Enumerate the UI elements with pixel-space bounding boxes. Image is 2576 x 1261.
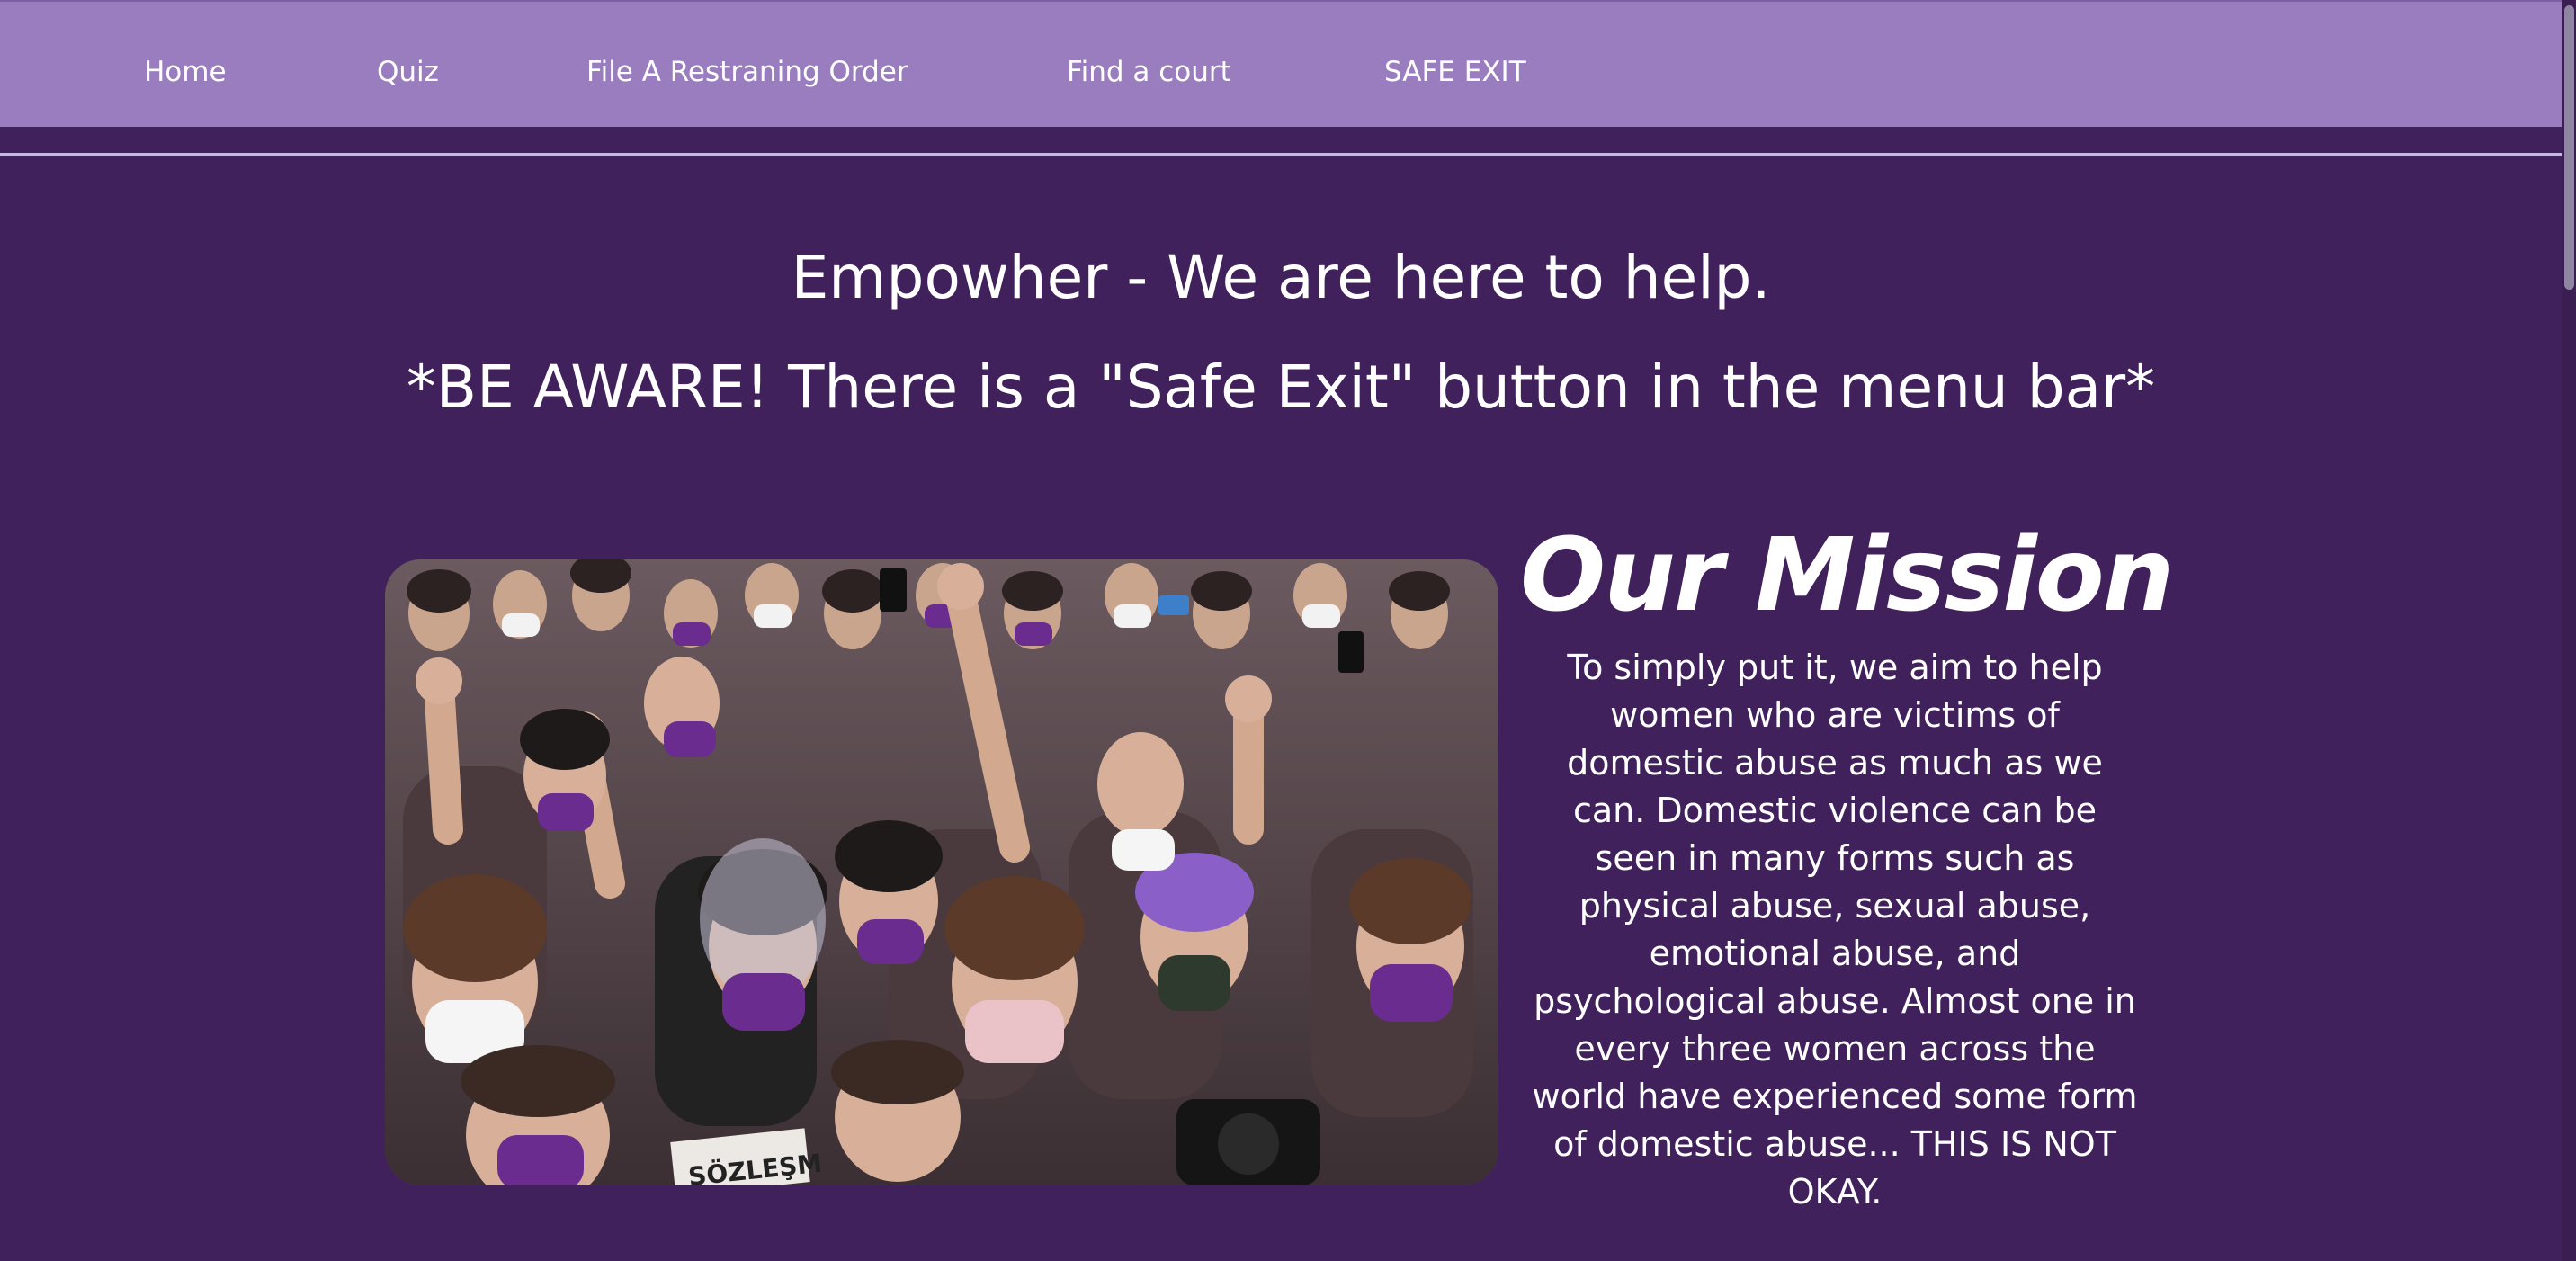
- mission-title: Our Mission: [1520, 517, 2174, 634]
- nav-link-quiz[interactable]: Quiz: [377, 54, 439, 90]
- mission-text: To simply put it, we aim to help women w…: [1532, 648, 2138, 1212]
- nav-link-find-court[interactable]: Find a court: [1067, 54, 1231, 90]
- nav-link-safe-exit[interactable]: SAFE EXIT: [1384, 54, 1526, 90]
- page: Home Quiz File A Restraning Order Find a…: [0, 0, 2576, 1261]
- header-divider: [0, 153, 2562, 156]
- nav-link-home[interactable]: Home: [144, 54, 227, 90]
- hero-protest-photo: SÖZLEŞM: [385, 559, 1498, 1185]
- page-title: Empowher - We are here to help.: [791, 243, 1771, 312]
- safe-exit-warning: *BE AWARE! There is a "Safe Exit" button…: [406, 353, 2156, 422]
- page-scrollbar-thumb[interactable]: [2564, 5, 2574, 290]
- page-scrollbar-track[interactable]: [2562, 0, 2576, 1261]
- nav-link-file-restraining-order[interactable]: File A Restraning Order: [586, 54, 908, 90]
- top-nav-bar: Home Quiz File A Restraning Order Find a…: [0, 0, 2562, 127]
